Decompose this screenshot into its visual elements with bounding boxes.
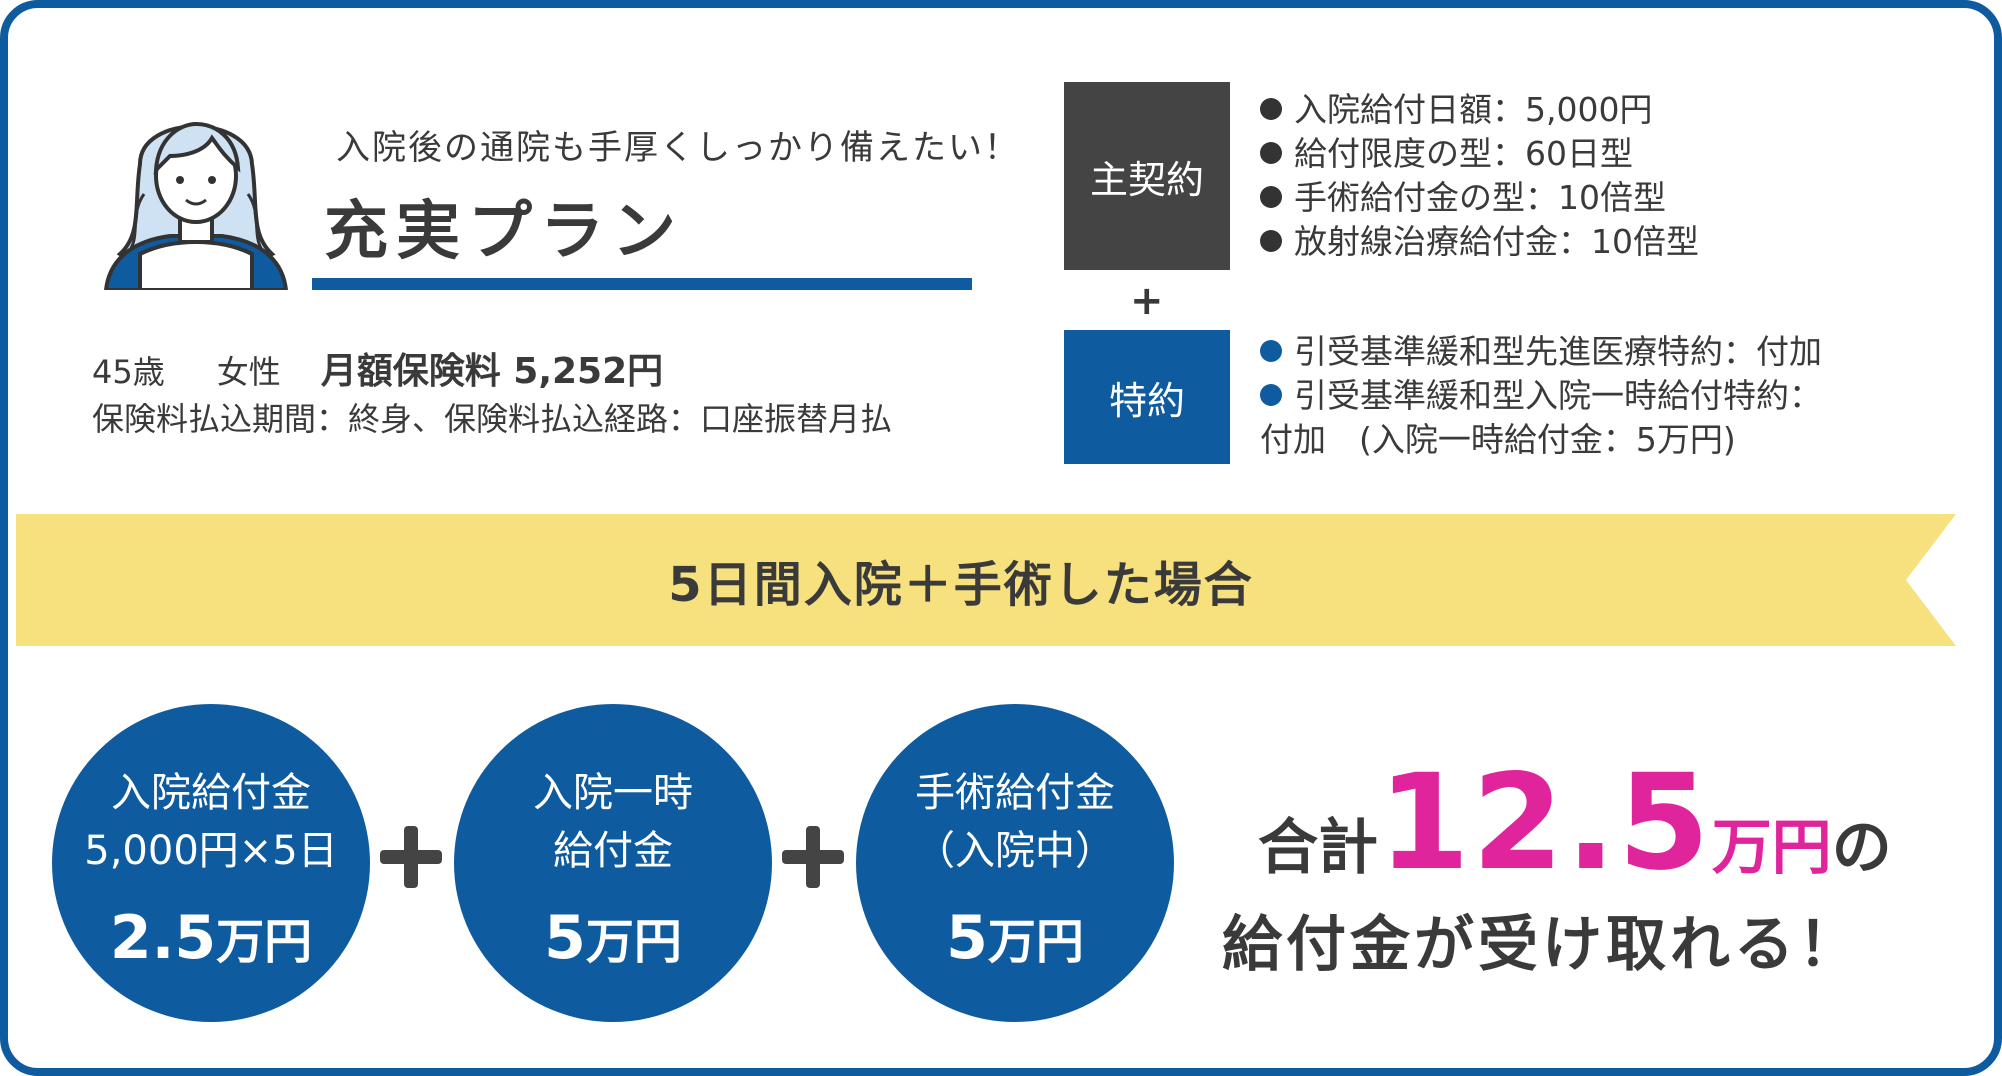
list-item: 入院給付日額：5,000円 (1260, 88, 1699, 132)
total-number: 12.5 (1378, 746, 1712, 900)
plus-icon (782, 826, 844, 888)
plan-title: 充実プラン (324, 195, 684, 269)
list-item: 放射線治療給付金：10倍型 (1260, 220, 1699, 264)
rider-label: 特約 (1064, 330, 1230, 464)
plus-icon: + (1130, 278, 1164, 324)
plan-card: 入院後の通院も手厚くしっかり備えたい！ 充実プラン 45歳 女性 月額保険料 5,2… (0, 0, 2002, 1076)
monthly-premium: 月額保険料 5,252円 (320, 351, 664, 392)
profile-line: 45歳 女性 月額保険料 5,252円 (92, 342, 663, 394)
benefit-circle-lumpsum: 入院一時 給付金 5万円 (454, 704, 772, 1022)
main-contract-label: 主契約 (1064, 82, 1230, 270)
total-message: 給付金が受け取れる！ (1222, 910, 1862, 980)
plus-icon (380, 826, 442, 888)
main-contract-list: 入院給付日額：5,000円 給付限度の型：60日型 手術給付金の型：10倍型 放… (1260, 88, 1699, 264)
title-underline (312, 278, 972, 290)
total-amount: 合計12.5万円の (1258, 746, 1892, 900)
list-item: 引受基準緩和型入院一時給付特約： (1260, 374, 1822, 418)
woman-avatar-icon (103, 121, 289, 290)
bullet-icon (1260, 230, 1282, 252)
list-item: 手術給付金の型：10倍型 (1260, 176, 1699, 220)
list-item: 給付限度の型：60日型 (1260, 132, 1699, 176)
benefit-amount: 5万円 (544, 903, 682, 973)
bullet-icon (1260, 384, 1282, 406)
benefit-circle-surgery: 手術給付金 （入院中） 5万円 (856, 704, 1174, 1022)
profile-gender: 女性 (216, 353, 281, 391)
benefit-amount: 2.5万円 (109, 903, 313, 973)
list-item: 引受基準緩和型先進医療特約：付加 (1260, 330, 1822, 374)
bullet-icon (1260, 142, 1282, 164)
bullet-icon (1260, 340, 1282, 362)
list-item-continuation: 付加 (入院一時給付金：5万円) (1260, 420, 1736, 459)
plan-headline: 入院後の通院も手厚くしっかり備えたい！ (336, 128, 1020, 168)
bullet-icon (1260, 98, 1282, 120)
benefit-amount: 5万円 (946, 903, 1084, 973)
rider-list: 引受基準緩和型先進医療特約：付加 引受基準緩和型入院一時給付特約： 付加 (入院… (1260, 330, 1822, 462)
profile-age: 45歳 (92, 353, 165, 391)
benefit-circle-hospitalization: 入院給付金 5,000円×5日 2.5万円 (52, 704, 370, 1022)
scenario-title: 5日間入院＋手術した場合 (668, 557, 1254, 613)
payment-terms: 保険料払込期間：終身、保険料払込経路：口座振替月払 (92, 400, 893, 438)
bullet-icon (1260, 186, 1282, 208)
